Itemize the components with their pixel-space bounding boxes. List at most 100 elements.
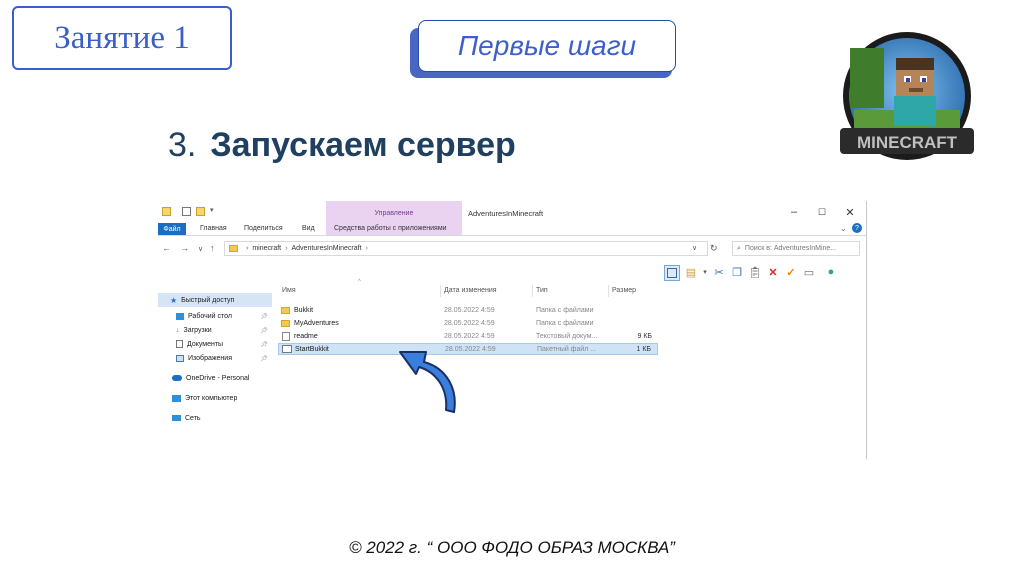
column-divider	[608, 285, 609, 297]
network-icon	[172, 415, 181, 421]
pointer-arrow-icon	[399, 351, 456, 413]
tab-view[interactable]: Вид	[302, 225, 315, 232]
properties-icon[interactable]	[182, 207, 191, 216]
delete-icon[interactable]: ✕	[766, 265, 780, 279]
file-size: 9 КБ	[637, 332, 652, 340]
sidebar-item-label: Сеть	[185, 414, 201, 422]
cut-icon[interactable]: ✂	[712, 265, 726, 279]
column-header-type[interactable]: Тип	[536, 287, 548, 294]
folder-icon	[281, 319, 290, 327]
minimize-button[interactable]: –	[784, 205, 804, 219]
column-header-name[interactable]: Имя	[282, 287, 296, 294]
tab-home[interactable]: Главная	[200, 225, 227, 232]
logo-wordmark: MINECRAFT	[857, 133, 958, 152]
sidebar-item-onedrive[interactable]: OneDrive - Personal	[158, 371, 272, 385]
column-header-size[interactable]: Размер	[612, 287, 636, 294]
sidebar-item-this-pc[interactable]: Этот компьютер	[158, 391, 272, 405]
computer-icon	[172, 394, 181, 402]
refresh-icon[interactable]: ↻	[710, 243, 718, 254]
column-divider	[532, 285, 533, 297]
back-icon[interactable]: ←	[162, 243, 171, 253]
documents-icon	[176, 340, 183, 348]
address-bar[interactable]: › minecraft › AdventuresInMinecraft ›	[224, 241, 708, 256]
copyright-footer: © 2022 г. “ ООО ФОДО ОБРАЗ МОСКВА”	[349, 538, 675, 557]
pictures-icon	[176, 354, 184, 362]
pin-icon[interactable]: 📌︎	[260, 327, 268, 334]
search-icon: ⌕	[737, 244, 741, 252]
step-title: Запускаем сервер	[210, 126, 516, 164]
sort-indicator-icon: ^	[358, 279, 361, 285]
tab-app-tools[interactable]: Средства работы с приложениями	[334, 225, 447, 232]
text-file-icon	[282, 331, 290, 341]
folder-icon[interactable]	[162, 207, 171, 216]
new-folder-icon[interactable]	[196, 207, 205, 216]
layout-dropdown-icon[interactable]: ▾	[698, 265, 712, 279]
close-button[interactable]: ✕	[840, 205, 860, 219]
search-box[interactable]: ⌕ Поиск в: AdventuresInMine...	[732, 241, 860, 256]
file-row-myadventures[interactable]: MyAdventures 28.05.2022 4:59 Папка с фай…	[278, 317, 658, 329]
check-icon[interactable]: ✓	[784, 265, 798, 279]
title-bar: ▾ Управление AdventuresInMinecraft – ☐ ✕	[158, 201, 866, 223]
qat-dropdown-icon[interactable]: ▾	[210, 206, 214, 214]
breadcrumb-adventures[interactable]: AdventuresInMinecraft	[291, 245, 361, 252]
folder-icon	[229, 245, 238, 252]
window-title: AdventuresInMinecraft	[468, 209, 544, 218]
sidebar-item-documents[interactable]: Документы 📌︎	[158, 337, 272, 351]
forward-icon[interactable]: →	[180, 243, 189, 253]
file-type: Папка с файлами	[536, 319, 594, 327]
sidebar-item-label: Этот компьютер	[185, 394, 238, 402]
file-date: 28.05.2022 4:59	[444, 319, 495, 327]
file-row-bukkit[interactable]: Bukkit 28.05.2022 4:59 Папка с файлами	[278, 304, 658, 316]
navigation-pane: ★ Быстрый доступ Рабочий стол 📌︎ ↓ Загру…	[158, 289, 272, 459]
maximize-button[interactable]: ☐	[812, 205, 832, 219]
file-type: Текстовый докум...	[536, 332, 598, 340]
pin-icon[interactable]: 📌︎	[260, 355, 268, 362]
paste-icon[interactable]: 📋︎	[748, 265, 762, 279]
folder-icon	[281, 306, 290, 314]
sidebar-item-quick-access[interactable]: ★ Быстрый доступ	[158, 293, 272, 307]
sidebar-item-desktop[interactable]: Рабочий стол 📌︎	[158, 309, 272, 323]
sidebar-item-label: Загрузки	[183, 326, 212, 334]
file-type: Пакетный файл ...	[537, 345, 597, 353]
ribbon-divider	[158, 235, 866, 236]
file-name: Bukkit	[294, 306, 314, 314]
batch-file-icon	[282, 345, 292, 353]
tab-share[interactable]: Поделиться	[244, 225, 283, 232]
step-number: 3.	[168, 126, 197, 164]
help-icon[interactable]: ?	[852, 223, 862, 233]
file-name: MyAdventures	[294, 319, 339, 327]
file-name: StartBukkit	[295, 345, 329, 353]
minecraft-logo: MINECRAFT	[840, 32, 974, 160]
copy-icon[interactable]: ❐	[730, 265, 744, 279]
tab-file[interactable]: Файл	[158, 223, 186, 235]
star-icon: ★	[170, 295, 178, 305]
sidebar-item-network[interactable]: Сеть	[158, 411, 272, 425]
breadcrumb-chevron-icon: ›	[246, 245, 249, 252]
pin-icon[interactable]: 📌︎	[260, 313, 268, 320]
download-icon: ↓	[176, 326, 180, 334]
column-header-date[interactable]: Дата изменения	[444, 287, 497, 294]
layout-icon[interactable]: ▤	[684, 265, 698, 279]
step-heading: 3. Запускаем сервер	[168, 126, 516, 165]
column-divider	[440, 285, 441, 297]
pin-icon[interactable]: 📌︎	[260, 341, 268, 348]
desktop-icon	[176, 312, 184, 320]
preview-pane-icon[interactable]	[664, 265, 680, 281]
recent-dropdown-icon[interactable]: ∨	[198, 245, 203, 253]
address-dropdown-icon[interactable]: ∨	[692, 244, 697, 252]
up-icon[interactable]: ↑	[210, 243, 215, 253]
sidebar-item-label: OneDrive - Personal	[186, 374, 250, 382]
sidebar-item-downloads[interactable]: ↓ Загрузки 📌︎	[158, 323, 272, 337]
file-size: 1 КБ	[636, 345, 651, 353]
breadcrumb-minecraft[interactable]: minecraft	[252, 245, 281, 252]
sidebar-item-label: Рабочий стол	[188, 312, 232, 320]
rename-icon[interactable]: ▭	[802, 265, 816, 279]
sidebar-item-label: Быстрый доступ	[181, 296, 235, 304]
search-placeholder: Поиск в: AdventuresInMine...	[744, 245, 837, 252]
manage-label[interactable]: Управление	[326, 210, 462, 217]
sidebar-item-pictures[interactable]: Изображения 📌︎	[158, 351, 272, 365]
globe-icon[interactable]: ●	[824, 265, 838, 279]
ribbon-expand-icon[interactable]: ⌄	[840, 224, 847, 233]
navigation-bar: ← → ∨ ↑ › minecraft › AdventuresInMinecr…	[158, 239, 866, 259]
lesson-title: Занятие 1	[54, 19, 190, 56]
